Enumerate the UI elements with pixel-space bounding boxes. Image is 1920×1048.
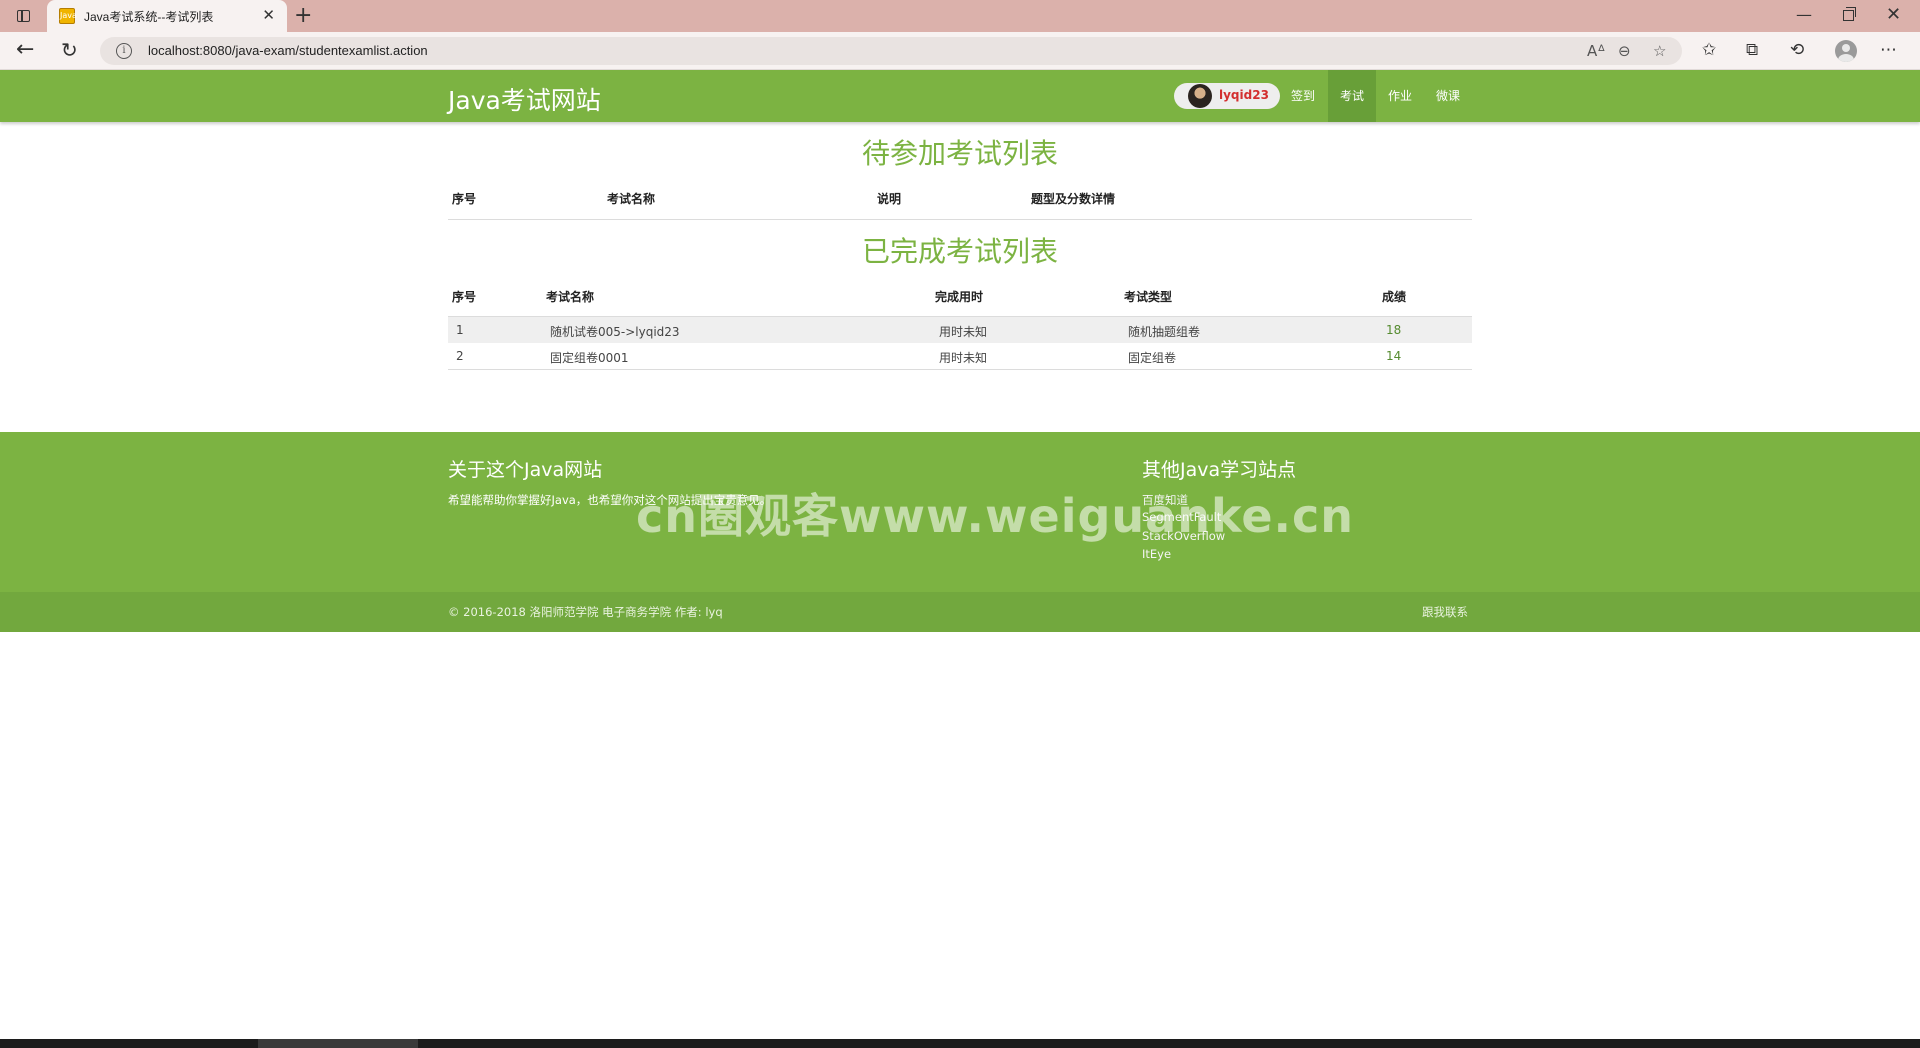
col-exam-name: 考试名称 [607, 192, 656, 206]
nav-homework[interactable]: 作业 [1376, 70, 1424, 122]
more-options-icon[interactable]: ⋯ [1880, 39, 1897, 61]
tab-close-icon[interactable]: ✕ [262, 7, 275, 23]
completed-table-bottom [448, 369, 1472, 370]
favorites-icon[interactable]: ✩ [1702, 39, 1716, 61]
window-minimize-icon[interactable]: — [1796, 5, 1812, 24]
site-brand[interactable]: Java考试网站 [448, 81, 601, 117]
row-score: 18 [1386, 323, 1402, 337]
row-exam-type: 固定组卷 [1128, 351, 1177, 365]
col-description: 说明 [877, 192, 902, 206]
site-info-icon[interactable]: i [116, 43, 132, 59]
col-duration: 完成用时 [935, 290, 984, 304]
contact-link[interactable]: 跟我联系 [1422, 604, 1468, 620]
copyright-text: © 2016-2018 洛阳师范学院 电子商务学院 作者: lyq [448, 605, 723, 619]
back-arrow-icon[interactable]: ← [16, 38, 34, 62]
reload-icon[interactable]: ↻ [61, 38, 78, 62]
tab-title: Java考试系统--考试列表 [84, 10, 214, 24]
zoom-out-icon[interactable]: ⊖ [1618, 42, 1631, 60]
footer-copyright-bar: © 2016-2018 洛阳师范学院 电子商务学院 作者: lyq 跟我联系 [0, 592, 1920, 632]
row-exam-name: 随机试卷005->lyqid23 [550, 325, 680, 339]
row-duration: 用时未知 [939, 351, 988, 365]
about-heading: 关于这个Java网站 [448, 459, 603, 481]
address-bar[interactable]: i localhost:8080/java-exam/studentexamli… [100, 37, 1682, 65]
links-heading: 其他Java学习站点 [1142, 459, 1297, 481]
user-avatar [1188, 84, 1212, 108]
new-tab-plus-icon[interactable]: + [294, 4, 312, 28]
col-exam-type: 考试类型 [1124, 290, 1173, 304]
window-restore-icon[interactable] [1843, 7, 1856, 21]
collections-icon[interactable]: ⧉ [1746, 39, 1758, 61]
row-index: 2 [456, 349, 464, 363]
site-header: Java考试网站 lyqid23 签到 考试 作业 微课 [0, 70, 1920, 122]
url-text[interactable]: localhost:8080/java-exam/studentexamlist… [148, 43, 428, 58]
user-chip[interactable]: lyqid23 [1174, 83, 1280, 109]
browser-tab-active[interactable]: Java Java考试系统--考试列表 ✕ [47, 0, 287, 32]
col-index: 序号 [452, 290, 477, 304]
table-row[interactable]: 2 固定组卷0001 用时未知 固定组卷 14 [448, 343, 1472, 369]
taskbar-item[interactable] [258, 1039, 418, 1048]
row-exam-name: 固定组卷0001 [550, 351, 629, 365]
os-taskbar [0, 1039, 1920, 1048]
col-score: 成绩 [1382, 290, 1407, 304]
col-question-details: 题型及分数详情 [1031, 192, 1116, 206]
watermark-text: cn圈观客www.weiguanke.cn [636, 489, 1355, 543]
username: lyqid23 [1219, 88, 1269, 102]
completed-table-header: 序号 考试名称 完成用时 考试类型 成绩 [448, 288, 1472, 314]
row-exam-type: 随机抽题组卷 [1128, 325, 1201, 339]
table-row[interactable]: 1 随机试卷005->lyqid23 用时未知 随机抽题组卷 18 [448, 317, 1472, 343]
profile-avatar-icon[interactable] [1835, 40, 1857, 62]
row-index: 1 [456, 323, 464, 337]
browser-toolbar: ← ↻ i localhost:8080/java-exam/studentex… [0, 32, 1920, 70]
history-icon[interactable]: ⟲ [1790, 39, 1804, 61]
row-score: 14 [1386, 349, 1402, 363]
col-exam-name: 考试名称 [546, 290, 595, 304]
completed-exams-title: 已完成考试列表 [861, 235, 1058, 268]
pending-exams-title: 待参加考试列表 [861, 137, 1058, 170]
add-favorite-star-icon[interactable]: ☆ [1653, 42, 1666, 60]
nav-microcourse[interactable]: 微课 [1424, 70, 1472, 122]
java-favicon-icon: Java [59, 8, 77, 24]
nav-exam[interactable]: 考试 [1328, 70, 1376, 122]
nav-signin[interactable]: 签到 [1281, 70, 1325, 122]
col-index: 序号 [452, 192, 477, 206]
pending-table-header: 序号 考试名称 说明 题型及分数详情 [448, 190, 1472, 216]
read-aloud-icon[interactable]: A͏ᐞ [1587, 42, 1605, 60]
browser-tab-strip: Java Java考试系统--考试列表 ✕ + — ✕ [0, 0, 1920, 32]
tab-actions-icon[interactable] [12, 6, 36, 26]
row-duration: 用时未知 [939, 325, 988, 339]
pending-table-divider [448, 219, 1472, 220]
footer-link-iteye[interactable]: ItEye [1142, 547, 1171, 561]
window-close-icon[interactable]: ✕ [1886, 4, 1901, 25]
